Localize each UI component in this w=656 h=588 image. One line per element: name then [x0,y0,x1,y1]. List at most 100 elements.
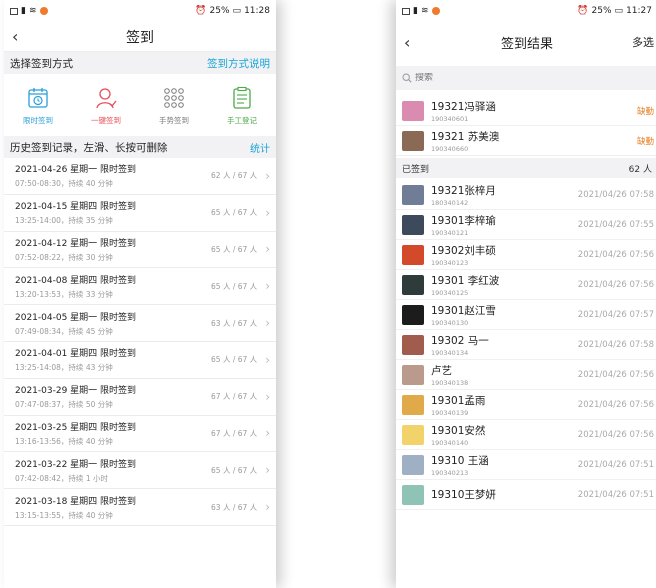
status-right: ⏰ 25% ▭ 11:27 [577,6,652,16]
battery-icon: ▭ [232,6,242,16]
record-detail: 07:49-08:34，持续 45 分钟 [15,326,113,336]
alarm-icon: ⏰ [195,6,207,16]
avatar [402,484,424,505]
history-header: 历史签到记录，左滑、长按可删除 统计 [4,136,276,158]
chevron-right-icon: › [265,500,270,515]
clipboard-list-icon [233,86,251,109]
record-count: 67 人 / 67 人 [211,428,258,438]
student-id: 190340134 [431,348,469,357]
method-manual[interactable]: 手工登记 [208,74,276,136]
student-name: 19321张梓月 [431,184,496,197]
back-icon[interactable]: ‹ [12,27,18,46]
record-count: 67 人 / 67 人 [211,392,258,402]
history-record[interactable]: 2021-03-25 星期四 限时签到 13:16-13:56，持续 40 分钟 6… [4,416,276,453]
record-title: 2021-04-01 星期四 限时签到 [15,349,137,360]
student-row[interactable]: 19310王梦妍 2021/04/26 07:51 [396,480,656,510]
method-timed[interactable]: 限时签到 [4,74,72,136]
sign-time: 2021/04/26 07:51 [577,459,654,470]
history-record[interactable]: 2021-03-22 星期一 限时签到 07:42-08:42，持续 1 小时 65… [4,452,276,490]
avatar [402,424,424,445]
stage: ▮ ≋ ⏰ 25% ▭ 11:28 ‹ 签到 选择签到方式 签到方式说明 限时签… [0,0,656,588]
student-row[interactable]: 19301 李红波 190340125 2021/04/26 07:56 [396,270,656,300]
signed-list: 19321张梓月 180340142 2021/04/26 07:58 19301李… [396,180,656,510]
history-label: 历史签到记录，左滑、长按可删除 [10,141,168,154]
chevron-right-icon: › [265,205,270,220]
student-id: 190340140 [431,438,469,447]
student-row[interactable]: 19302 马一 190340134 2021/04/26 07:58 [396,330,656,360]
method-help-link[interactable]: 签到方式说明 [207,56,270,71]
chevron-right-icon: › [265,279,270,294]
record-count: 65 人 / 67 人 [211,244,258,254]
method-gesture[interactable]: 手势签到 [140,74,208,136]
search-input[interactable] [415,73,615,83]
record-detail: 13:15-13:55，持续 40 分钟 [15,510,113,520]
avatar [402,184,424,205]
battery-percent: 25% [591,6,612,16]
sign-time: 2021/04/26 07:51 [577,489,654,500]
student-name: 19301赵江雪 [431,304,496,317]
history-record[interactable]: 2021-04-26 星期一 限时签到 07:50-08:30，持续 40 分钟 6… [4,158,276,195]
nav-bar: ‹ 签到结果 多选 [396,22,656,62]
student-row[interactable]: 19321 苏美澳 190340660 缺勤 [396,126,656,156]
avatar [402,214,424,235]
student-id: 190340130 [431,318,469,327]
student-row[interactable]: 19310 王涵 190340213 2021/04/26 07:51 [396,450,656,480]
sign-in-screen: ▮ ≋ ⏰ 25% ▭ 11:28 ‹ 签到 选择签到方式 签到方式说明 限时签… [4,0,276,588]
record-detail: 13:20-13:53，持续 33 分钟 [15,289,113,299]
sign-time: 2021/04/26 07:56 [577,249,654,260]
student-row[interactable]: 19301李梓瑜 190340121 2021/04/26 07:55 [396,210,656,240]
avatar [402,274,424,295]
chevron-right-icon: › [265,316,270,331]
history-record[interactable]: 2021-04-08 星期四 限时签到 13:20-13:53，持续 33 分钟 6… [4,268,276,306]
method-section-label: 选择签到方式 [10,57,73,70]
history-list: 2021-04-26 星期一 限时签到 07:50-08:30，持续 40 分钟 6… [4,158,276,526]
student-name: 卢艺 [431,364,452,377]
sign-time: 2021/04/26 07:56 [577,369,654,380]
status-left: ▮ ≋ [402,6,440,16]
history-record[interactable]: 2021-04-12 星期一 限时签到 07:52-08:22，持续 30 分钟 6… [4,232,276,269]
student-id: 190340213 [431,468,469,477]
student-name: 19321 苏美澳 [431,130,500,143]
method-one-click[interactable]: 一键签到 [72,74,140,136]
wifi-icon: ≋ [420,6,429,16]
student-row[interactable]: 卢艺 190340138 2021/04/26 07:56 [396,360,656,390]
history-record[interactable]: 2021-04-15 星期四 限时签到 13:25-14:00，持续 35 分钟 6… [4,195,276,232]
record-detail: 13:25-14:00，持续 35 分钟 [15,216,113,226]
student-row[interactable]: 19321张梓月 180340142 2021/04/26 07:58 [396,180,656,210]
stats-link[interactable]: 统计 [250,140,270,155]
avatar [402,244,424,265]
absent-status: 缺勤 [636,106,654,117]
record-title: 2021-04-05 星期一 限时签到 [15,312,137,323]
history-record[interactable]: 2021-03-18 星期四 限时签到 13:15-13:55，持续 40 分钟 6… [4,489,276,526]
record-count: 65 人 / 67 人 [211,465,258,475]
student-row[interactable]: 19301安然 190340140 2021/04/26 07:56 [396,420,656,450]
record-detail: 07:50-08:30，持续 40 分钟 [15,179,113,189]
record-detail: 13:25-14:08，持续 43 分钟 [15,363,113,373]
multi-select-button[interactable]: 多选 [632,34,654,50]
status-time: 11:27 [626,6,652,16]
status-time: 11:28 [244,6,270,16]
sim-icon [10,7,18,15]
record-count: 62 人 / 67 人 [211,171,258,181]
chevron-right-icon: › [265,426,270,441]
student-id: 190340121 [431,228,469,237]
history-record[interactable]: 2021-04-01 星期四 限时签到 13:25-14:08，持续 43 分钟 6… [4,342,276,379]
student-row[interactable]: 19302刘丰硕 190340123 2021/04/26 07:56 [396,240,656,270]
avatar [402,394,424,415]
back-icon[interactable]: ‹ [404,33,410,52]
student-row[interactable]: 19321冯驿涵 190340601 缺勤 [396,96,656,126]
search-bar[interactable] [396,66,656,90]
student-row[interactable]: 19301孟雨 190340139 2021/04/26 07:56 [396,390,656,420]
student-row[interactable]: 19301赵江雪 190340130 2021/04/26 07:57 [396,300,656,330]
history-record[interactable]: 2021-04-05 星期一 限时签到 07:49-08:34，持续 45 分钟 6… [4,305,276,342]
signal-icon: ▮ [413,6,418,16]
page-title: 签到 [126,29,154,46]
signal-icon: ▮ [21,6,26,16]
record-title: 2021-03-18 星期四 限时签到 [15,496,137,507]
history-record[interactable]: 2021-03-29 星期一 限时签到 07:47-08:37，持续 50 分钟 6… [4,379,276,416]
method-label: 手势签到 [159,115,189,125]
student-name: 19301李梓瑜 [431,214,496,227]
record-title: 2021-03-29 星期一 限时签到 [15,386,137,397]
status-left: ▮ ≋ [10,6,48,16]
battery-icon: ▭ [614,6,624,16]
